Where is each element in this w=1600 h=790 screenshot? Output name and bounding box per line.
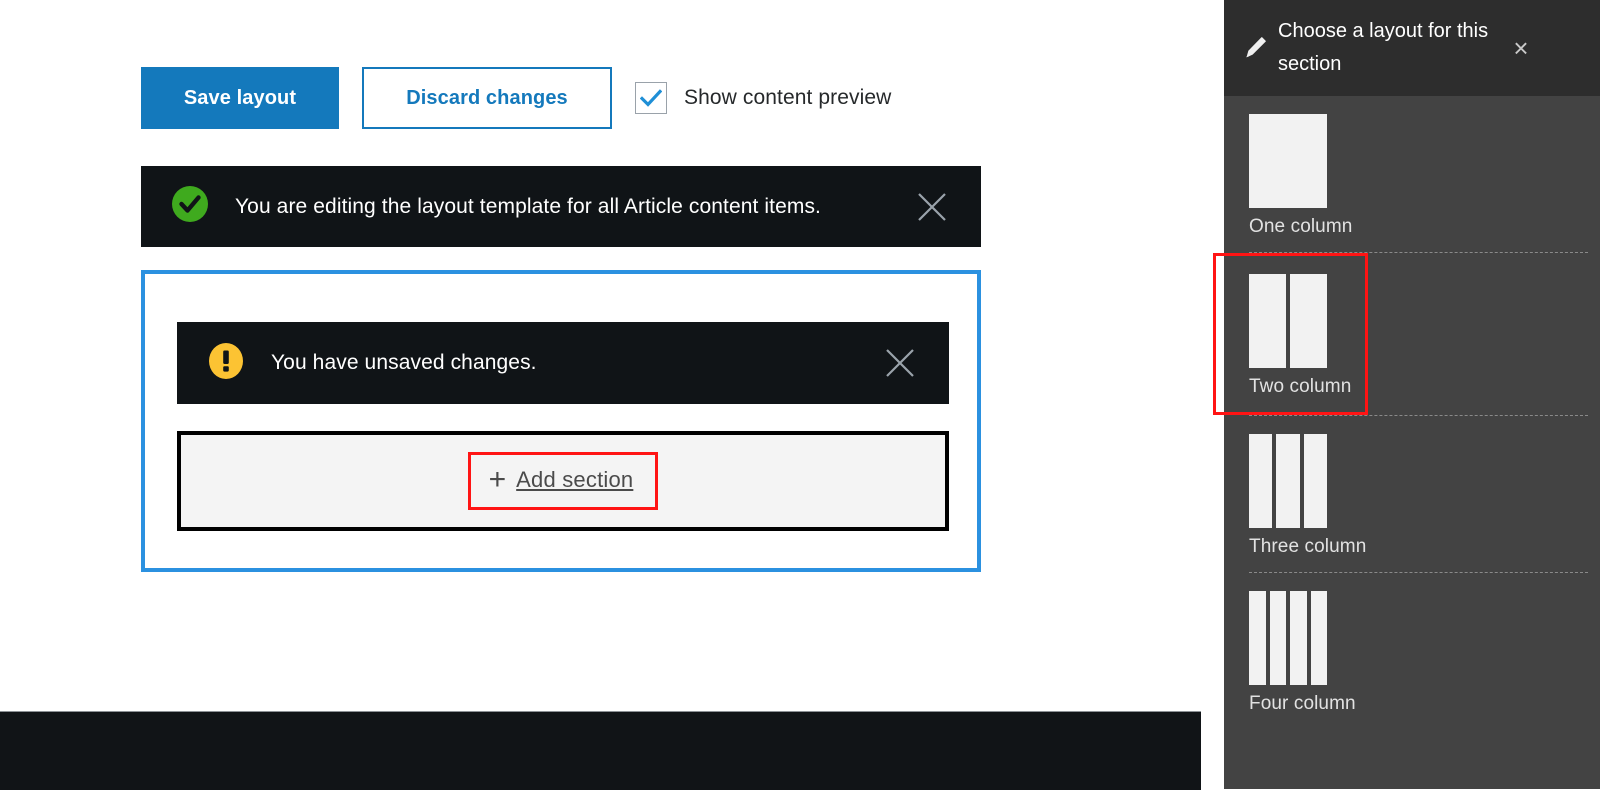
unsaved-changes-banner: You have unsaved changes. bbox=[177, 322, 949, 404]
close-icon[interactable] bbox=[881, 344, 919, 382]
layout-option-three-column[interactable]: Three column bbox=[1224, 416, 1600, 572]
pencil-icon bbox=[1240, 33, 1270, 63]
layout-option-two-column[interactable]: Two column bbox=[1213, 253, 1368, 415]
plus-icon: + bbox=[488, 463, 507, 496]
choose-layout-panel-header: Choose a layout for this section × bbox=[1224, 0, 1600, 96]
add-section-label: Add section bbox=[516, 467, 634, 492]
close-icon[interactable]: × bbox=[1508, 35, 1534, 61]
choose-layout-panel: Choose a layout for this section × One c… bbox=[1213, 0, 1600, 789]
checkmark-icon bbox=[640, 89, 662, 107]
unsaved-changes-banner-text: You have unsaved changes. bbox=[271, 351, 537, 374]
discard-changes-button[interactable]: Discard changes bbox=[362, 67, 612, 129]
show-content-preview-toggle[interactable]: Show content preview bbox=[635, 82, 891, 114]
section-container[interactable]: You have unsaved changes. + Add section bbox=[141, 270, 981, 572]
editor-toolbar: Save layout Discard changes Show content… bbox=[141, 67, 891, 129]
add-section-strip: + Add section bbox=[177, 431, 949, 531]
layout-option-label: Four column bbox=[1249, 693, 1356, 714]
close-icon[interactable] bbox=[913, 188, 951, 226]
layout-options-list: One column Two column Three column Four … bbox=[1213, 96, 1600, 729]
layout-option-label: Two column bbox=[1249, 376, 1352, 397]
add-section-button[interactable]: + Add section bbox=[467, 452, 659, 510]
layout-option-label: One column bbox=[1249, 216, 1353, 237]
layout-thumbnail-two-column bbox=[1249, 274, 1327, 368]
show-content-preview-label: Show content preview bbox=[684, 86, 892, 109]
layout-option-label: Three column bbox=[1249, 536, 1367, 557]
show-content-preview-checkbox[interactable] bbox=[635, 82, 667, 114]
editing-template-banner: You are editing the layout template for … bbox=[141, 166, 981, 247]
save-layout-button[interactable]: Save layout bbox=[141, 67, 339, 129]
editing-template-banner-text: You are editing the layout template for … bbox=[235, 194, 821, 218]
layout-thumbnail-one-column bbox=[1249, 114, 1327, 208]
layout-thumbnail-three-column bbox=[1249, 434, 1327, 528]
layout-thumbnail-four-column bbox=[1249, 591, 1327, 685]
editor-bottom-band bbox=[0, 711, 1201, 790]
choose-layout-panel-title: Choose a layout for this section bbox=[1278, 20, 1489, 75]
layout-option-one-column[interactable]: One column bbox=[1224, 96, 1600, 252]
warning-exclamation-icon bbox=[207, 342, 245, 385]
layout-option-four-column[interactable]: Four column bbox=[1224, 573, 1600, 729]
success-check-icon bbox=[171, 185, 209, 228]
layout-editor-canvas: Save layout Discard changes Show content… bbox=[0, 0, 1201, 790]
